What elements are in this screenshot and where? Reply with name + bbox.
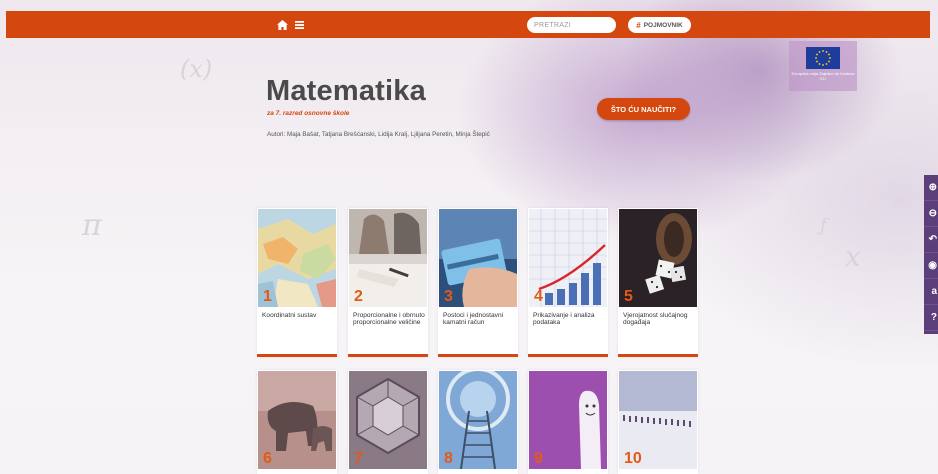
eu-flag-icon (806, 47, 840, 69)
chapter-card[interactable]: 10 (618, 370, 698, 474)
card-title: Koordinatni sustav (262, 312, 317, 319)
card-number: 3 (444, 288, 453, 305)
card-number: 8 (444, 450, 453, 467)
card-number: 7 (354, 450, 363, 467)
card-underline (348, 354, 428, 357)
math-symbol-decoration: (x) (180, 55, 213, 83)
eu-badge-text: Europska unija Zajedno do fondova EU (791, 71, 855, 81)
menu-icon[interactable] (291, 11, 307, 38)
page-subtitle: za 7. razred osnovne škole (267, 110, 350, 117)
accessibility-toolbar: ⊕ ⊖ ↶ ◉ a ? (924, 175, 938, 334)
card-number: 2 (354, 288, 363, 305)
zoom-in-icon[interactable]: ⊕ (924, 175, 938, 201)
card-title: Proporcionalne i obrnuto proporcionalne … (353, 312, 425, 327)
card-underline (257, 354, 337, 357)
card-number: 1 (263, 288, 272, 305)
learning-outcomes-button[interactable]: ŠTO ĆU NAUČITI? (597, 98, 690, 120)
math-symbol-decoration: x (845, 240, 861, 273)
font-icon[interactable]: a (924, 279, 938, 305)
chapter-card[interactable]: 5 Vjerojatnost slučajnog događaja (618, 208, 698, 357)
chapter-card[interactable]: 6 (257, 370, 337, 474)
chapter-card[interactable]: 2 Proporcionalne i obrnuto proporcionaln… (348, 208, 428, 357)
card-underline (438, 354, 518, 357)
contrast-icon[interactable]: ◉ (924, 253, 938, 279)
card-title: Vjerojatnost slučajnog događaja (623, 312, 688, 327)
math-symbol-decoration: π (82, 208, 102, 243)
card-number: 6 (263, 450, 272, 467)
search-input[interactable] (527, 17, 616, 33)
top-navigation-bar: # POJMOVNIK (6, 11, 930, 38)
chapter-card[interactable]: 7 (348, 370, 428, 474)
card-number: 4 (534, 288, 543, 305)
card-underline (528, 354, 608, 357)
glossary-button[interactable]: # POJMOVNIK (628, 17, 691, 33)
card-number: 9 (534, 450, 543, 467)
help-icon[interactable]: ? (924, 305, 938, 331)
card-number: 5 (624, 288, 633, 305)
chapter-card[interactable]: 3 Postoci i jednostavni kamatni račun (438, 208, 518, 357)
glossary-label: POJMOVNIK (643, 21, 683, 29)
card-title: Prikazivanje i analiza podataka (533, 312, 595, 327)
chapter-card[interactable]: 8 (438, 370, 518, 474)
card-number: 10 (624, 450, 642, 467)
zoom-out-icon[interactable]: ⊖ (924, 201, 938, 227)
chapter-card[interactable]: 4 Prikazivanje i analiza podataka (528, 208, 608, 357)
card-title: Postoci i jednostavni kamatni račun (443, 312, 504, 327)
eu-badge: Europska unija Zajedno do fondova EU (789, 41, 857, 91)
home-icon[interactable] (274, 11, 290, 38)
page-title: Matematika (266, 75, 426, 107)
reset-icon[interactable]: ↶ (924, 227, 938, 253)
card-underline (618, 354, 698, 357)
chapter-card[interactable]: 1 Koordinatni sustav (257, 208, 337, 357)
authors-text: Autori: Maja Bašat, Tatjana Brešćanski, … (267, 131, 490, 138)
chapter-card[interactable]: 9 (528, 370, 608, 474)
math-symbol-decoration: ƒ (820, 215, 827, 236)
hash-icon: # (636, 20, 641, 30)
